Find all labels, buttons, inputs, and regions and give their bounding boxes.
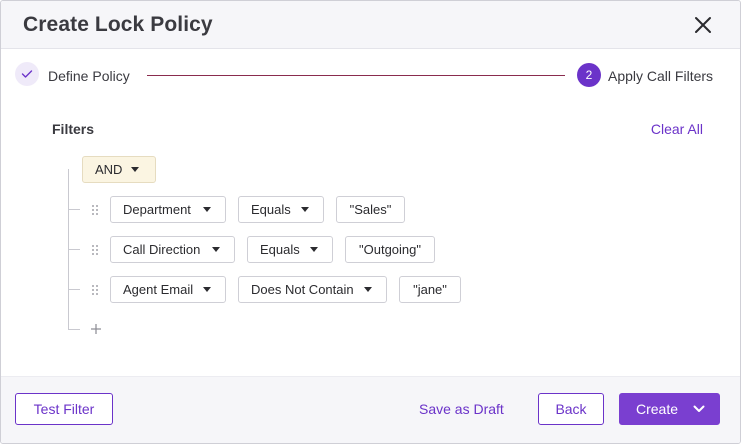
close-icon	[695, 17, 711, 33]
caret-down-icon	[364, 287, 372, 292]
create-button-label: Create	[636, 401, 679, 417]
filter-tree-branch	[68, 329, 80, 330]
step-2-label: Apply Call Filters	[608, 68, 714, 84]
step-1-indicator[interactable]	[15, 62, 39, 86]
caret-down-icon	[203, 287, 211, 292]
dialog-header: Create Lock Policy	[1, 1, 740, 49]
step-connector	[147, 75, 565, 76]
field-dropdown-label: Call Direction	[123, 242, 201, 257]
caret-down-icon	[131, 167, 139, 172]
condition-dropdown-label: Does Not Contain	[251, 282, 354, 297]
field-dropdown[interactable]: Call Direction	[110, 236, 235, 263]
condition-dropdown-label: Equals	[260, 242, 300, 257]
save-as-draft-button[interactable]: Save as Draft	[419, 401, 504, 417]
create-button[interactable]: Create	[619, 393, 720, 425]
condition-dropdown-label: Equals	[251, 202, 291, 217]
caret-down-icon	[310, 247, 318, 252]
step-2-indicator: 2	[577, 63, 601, 87]
field-dropdown[interactable]: Department	[110, 196, 226, 223]
drag-handle-icon[interactable]	[91, 284, 99, 296]
filter-value-input[interactable]: "Outgoing"	[345, 236, 435, 263]
filters-heading: Filters	[52, 121, 95, 137]
stepper: Define Policy 2 Apply Call Filters	[1, 59, 740, 93]
dialog-title: Create Lock Policy	[23, 13, 213, 36]
filter-tree-branch	[68, 289, 80, 290]
filter-value-input[interactable]: "Sales"	[336, 196, 405, 223]
condition-dropdown[interactable]: Does Not Contain	[238, 276, 387, 303]
caret-down-icon	[203, 207, 211, 212]
field-dropdown[interactable]: Agent Email	[110, 276, 226, 303]
filter-value-input[interactable]: "jane"	[399, 276, 461, 303]
field-dropdown-label: Agent Email	[123, 282, 194, 297]
condition-dropdown[interactable]: Equals	[238, 196, 324, 223]
caret-down-icon	[301, 207, 309, 212]
drag-handle-icon[interactable]	[91, 244, 99, 256]
clear-all-link[interactable]: Clear All	[651, 121, 703, 137]
plus-icon[interactable]	[90, 323, 102, 335]
caret-down-icon	[212, 247, 220, 252]
field-dropdown-label: Department	[123, 202, 191, 217]
test-filter-button[interactable]: Test Filter	[15, 393, 113, 425]
create-lock-policy-dialog: Create Lock Policy Define Policy 2 Apply…	[0, 0, 741, 444]
chevron-down-icon[interactable]	[693, 405, 705, 413]
filter-tree-branch	[68, 209, 80, 210]
close-button[interactable]	[692, 14, 714, 36]
drag-handle-icon[interactable]	[91, 204, 99, 216]
condition-dropdown[interactable]: Equals	[247, 236, 333, 263]
back-button[interactable]: Back	[538, 393, 604, 425]
step-1-label[interactable]: Define Policy	[48, 68, 130, 84]
logical-operator-dropdown[interactable]: AND	[82, 156, 156, 183]
dialog-footer: Test Filter Save as Draft Back Create	[1, 376, 740, 443]
logical-operator-label: AND	[95, 162, 123, 177]
check-icon	[21, 70, 33, 78]
filter-tree-branch	[68, 249, 80, 250]
